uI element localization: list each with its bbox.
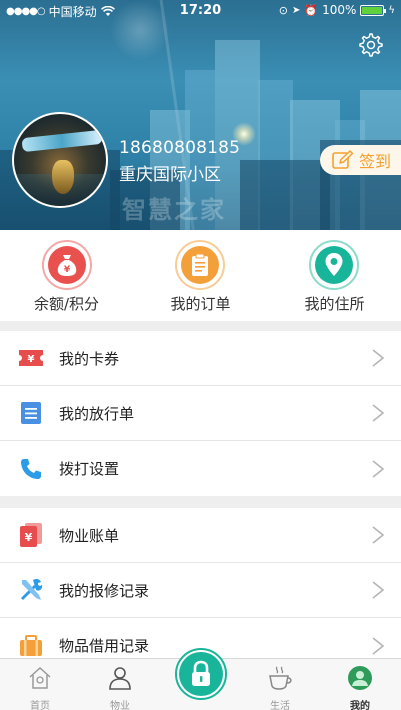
gear-icon [359,33,383,57]
rotation-lock-icon: ⊙ [278,3,288,17]
quick-actions: ¥ 余额/积分 我的订单 我的住所 [0,230,401,321]
menu-item-label: 我的卡券 [59,349,120,368]
menu-item-label: 拨打设置 [59,460,120,478]
bill-icon: ¥ [20,523,42,547]
person-icon [109,667,131,690]
charging-icon: ϟ [388,4,395,16]
quick-action-label: 我的住所 [304,295,365,313]
clipboard-icon [192,253,208,276]
home-icon [29,666,51,689]
battery-icon [360,4,387,16]
menu-group-1: ¥ 我的卡券 我的放行单 拨打设置 [0,331,401,496]
menu-item-label: 我的放行单 [59,404,135,423]
unlock-door-button[interactable] [175,648,227,700]
brand-watermark: 智慧之家 [122,196,226,224]
lock-icon [192,660,210,686]
coupon-icon: ¥ [19,350,43,366]
battery-percent: 100% [322,3,357,17]
tab-label: 首页 [30,701,50,710]
balance-points-button[interactable]: ¥ 余额/积分 [0,230,133,321]
tab-label: 我的 [350,701,370,710]
svg-text:¥: ¥ [25,531,33,544]
borrow-box-icon [20,634,42,656]
menu-item-repair-records[interactable]: 我的报修记录 [0,563,401,618]
menu-item-label: 物品借用记录 [59,637,150,655]
menu-item-my-release-slips[interactable]: 我的放行单 [0,386,401,441]
svg-text:¥: ¥ [64,265,71,275]
svg-text:¥: ¥ [28,354,35,365]
phone-icon [21,458,41,479]
chevron-right-icon [372,636,385,655]
chevron-right-icon [372,404,385,422]
menu-item-label: 我的报修记录 [59,581,150,600]
tab-home[interactable]: 首页 [0,659,80,710]
profile-page: 智慧之家 ●●●●○ 中国移动 17:20 ⊙ ➤ ⏰ 100% ϟ 18680… [0,0,401,710]
chevron-right-icon [372,459,385,478]
repair-tools-icon [21,578,43,600]
menu-item-label: 物业账单 [59,526,120,545]
money-bag-icon: ¥ [57,255,77,276]
quick-action-label: 余额/积分 [33,295,100,313]
menu-item-my-coupons[interactable]: ¥ 我的卡券 [0,331,401,386]
chevron-right-icon [372,526,385,544]
signin-button[interactable]: 签到 [320,145,401,175]
status-bar: ●●●●○ 中国移动 17:20 ⊙ ➤ ⏰ 100% ϟ [0,0,401,22]
alarm-icon: ⏰ [304,3,319,17]
settings-button[interactable] [358,32,384,58]
user-community: 重庆国际小区 [119,165,221,185]
menu-item-property-bill[interactable]: ¥ 物业账单 [0,508,401,563]
avatar[interactable] [12,112,108,208]
tab-label: 生活 [270,701,290,710]
document-icon [21,402,41,424]
location-pin-icon [325,253,343,276]
my-orders-button[interactable]: 我的订单 [134,230,267,321]
avatar-icon [348,666,372,690]
chevron-right-icon [372,349,385,367]
edit-icon [332,150,354,169]
location-arrow-icon: ➤ [291,4,301,16]
tab-label: 物业 [110,701,130,710]
coffee-cup-icon [269,666,292,690]
chevron-right-icon [372,581,385,599]
signin-label: 签到 [359,152,392,171]
tab-mine[interactable]: 我的 [320,659,400,710]
user-phone: 18680808185 [119,138,241,158]
menu-item-call-settings[interactable]: 拨打设置 [0,441,401,496]
tab-property[interactable]: 物业 [80,659,160,710]
my-residence-button[interactable]: 我的住所 [268,230,401,321]
tab-life[interactable]: 生活 [240,659,320,710]
quick-action-label: 我的订单 [170,295,231,313]
